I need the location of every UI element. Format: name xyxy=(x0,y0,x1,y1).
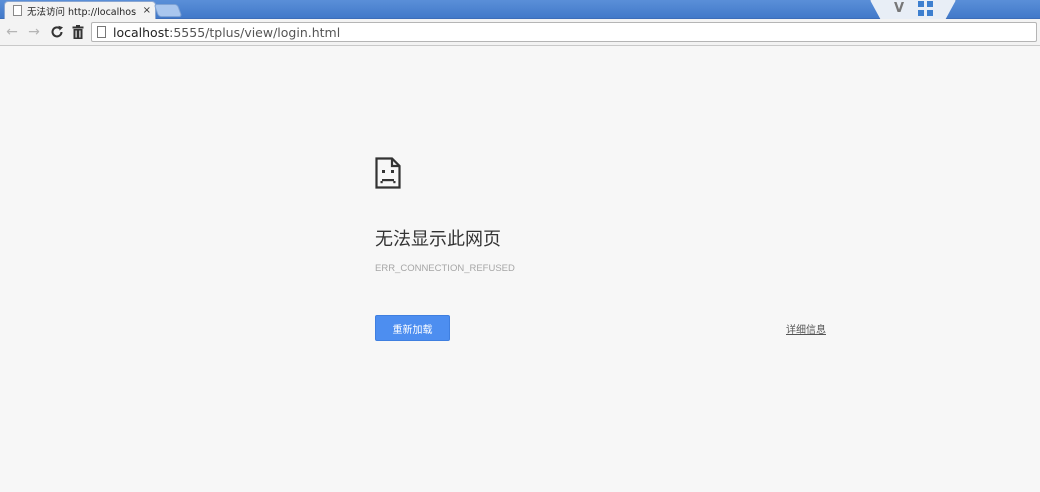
grid-extension-icon[interactable] xyxy=(918,1,934,17)
close-icon[interactable]: × xyxy=(143,5,151,16)
error-headline: 无法显示此网页 xyxy=(375,229,501,250)
tab-title: 无法访问 http://localhos xyxy=(27,6,137,18)
browser-tab[interactable]: 无法访问 http://localhos × xyxy=(4,1,156,19)
extension-area xyxy=(870,0,956,19)
new-tab-button[interactable] xyxy=(153,4,183,17)
forward-arrow-icon[interactable]: → xyxy=(25,23,43,41)
page-icon xyxy=(13,5,22,16)
back-arrow-icon[interactable]: ← xyxy=(3,23,21,41)
browser-titlebar: 无法访问 http://localhos × V xyxy=(0,0,1040,19)
error-code: ERR_CONNECTION_REFUSED xyxy=(375,263,515,274)
details-link[interactable]: 详细信息 xyxy=(786,321,826,336)
reload-button[interactable]: 重新加载 xyxy=(375,315,450,341)
url-path: :5555/tplus/view/login.html xyxy=(169,24,341,40)
trash-icon[interactable] xyxy=(69,23,87,41)
sad-page-icon xyxy=(375,157,401,189)
browser-toolbar: ← → localhost:5555/tplus/view/login.html xyxy=(0,19,1040,46)
url-text[interactable]: localhost:5555/tplus/view/login.html xyxy=(113,25,340,40)
address-bar[interactable]: localhost:5555/tplus/view/login.html xyxy=(91,22,1037,42)
reload-icon[interactable] xyxy=(48,23,66,41)
page-icon xyxy=(97,26,106,38)
url-host: localhost xyxy=(113,24,170,40)
v-extension-icon[interactable]: V xyxy=(894,0,904,17)
